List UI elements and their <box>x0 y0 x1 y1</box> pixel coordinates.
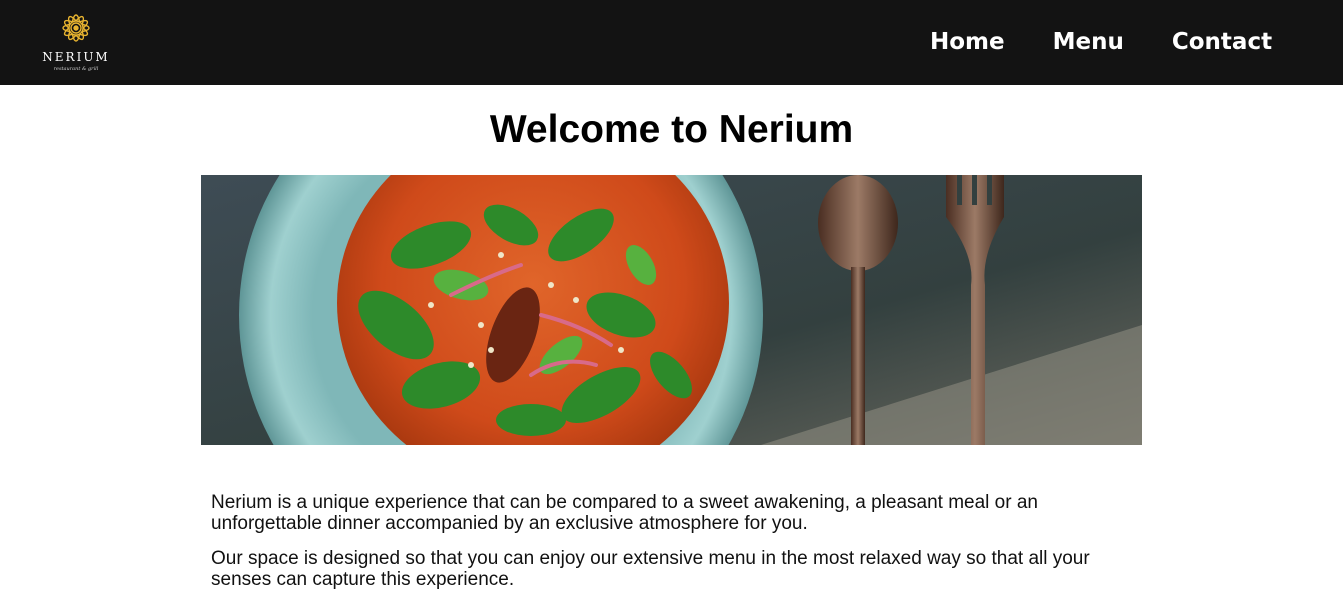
brand-name: NERIUM <box>42 50 110 64</box>
nav-home-link[interactable]: Home <box>930 26 1005 58</box>
soup-bowl-with-spoon-and-fork-photo <box>201 175 1142 445</box>
sunflower-logo-icon <box>62 14 90 42</box>
brand-logo[interactable]: NERIUM restaurant & grill <box>28 0 124 84</box>
nav-menu-link[interactable]: Menu <box>1053 26 1124 58</box>
page-title: Welcome to Nerium <box>489 108 854 151</box>
intro-section: Nerium is a unique experience that can b… <box>211 492 1141 604</box>
intro-paragraph: Nerium is a unique experience that can b… <box>211 492 1038 534</box>
brand-tagline: restaurant & grill <box>53 66 99 72</box>
intro-paragraph: Our space is designed so that you can en… <box>211 548 1090 590</box>
main-nav: Home Menu Contact <box>930 26 1272 58</box>
hero-image <box>201 175 1142 445</box>
navbar: NERIUM restaurant & grill Home Menu Cont… <box>0 0 1343 85</box>
nav-contact-link[interactable]: Contact <box>1172 26 1272 58</box>
